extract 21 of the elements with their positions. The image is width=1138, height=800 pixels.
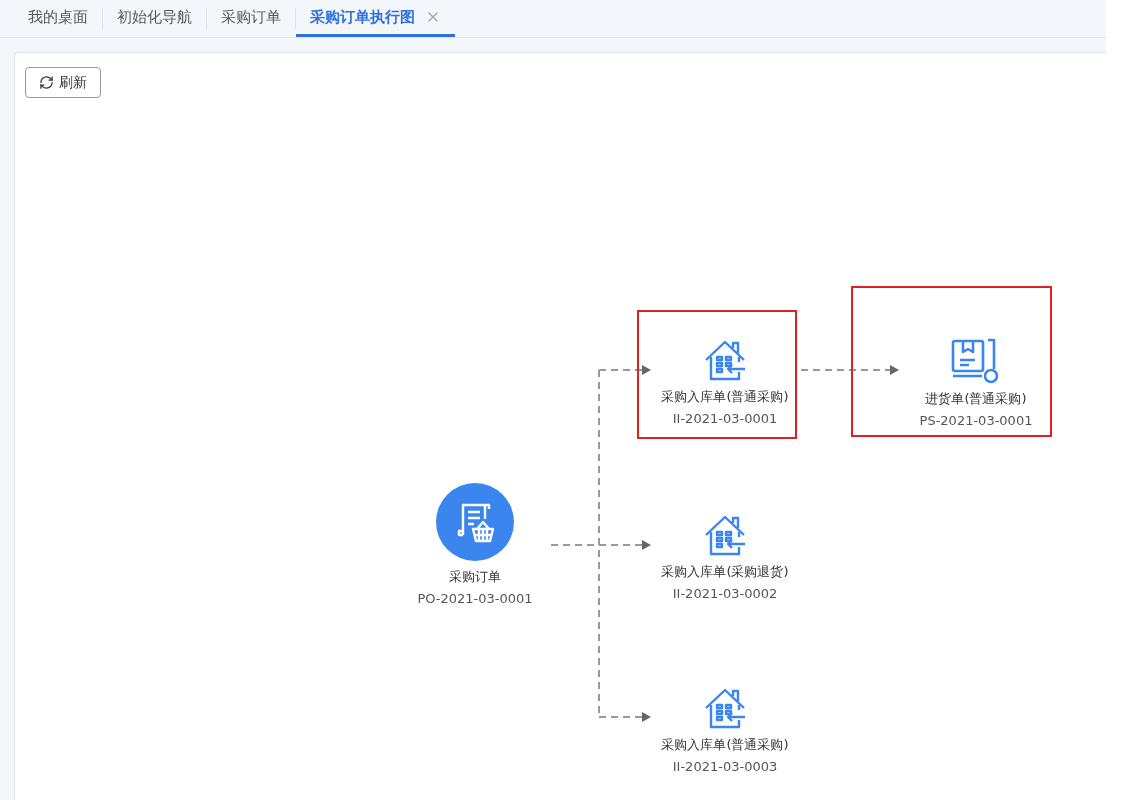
hand-truck-box-icon <box>951 338 1001 384</box>
receipt-basket-icon <box>455 501 495 543</box>
node-code: II-2021-03-0001 <box>672 410 778 428</box>
node-code: PO-2021-03-0001 <box>417 590 533 608</box>
node-code: II-2021-03-0003 <box>672 758 778 776</box>
tab[interactable]: 我的桌面 <box>14 0 102 37</box>
node-title: 采购入库单(普通采购) <box>661 736 789 754</box>
node-title: 进货单(普通采购) <box>925 390 1027 408</box>
refresh-icon <box>39 75 54 90</box>
house-icon <box>703 686 747 730</box>
house-icon <box>703 513 747 557</box>
tab[interactable]: 采购订单 <box>207 0 295 37</box>
house-icon <box>703 338 747 382</box>
refresh-button[interactable]: 刷新 <box>25 67 101 98</box>
node-title: 采购入库单(采购退货) <box>661 563 789 581</box>
node-code: II-2021-03-0002 <box>672 585 778 603</box>
node-code: PS-2021-03-0001 <box>919 412 1033 430</box>
node-title: 采购订单 <box>449 568 501 586</box>
node-title: 采购入库单(普通采购) <box>661 388 789 406</box>
tab[interactable]: 初始化导航 <box>103 0 206 37</box>
tab[interactable]: 采购订单执行图 <box>296 0 455 37</box>
